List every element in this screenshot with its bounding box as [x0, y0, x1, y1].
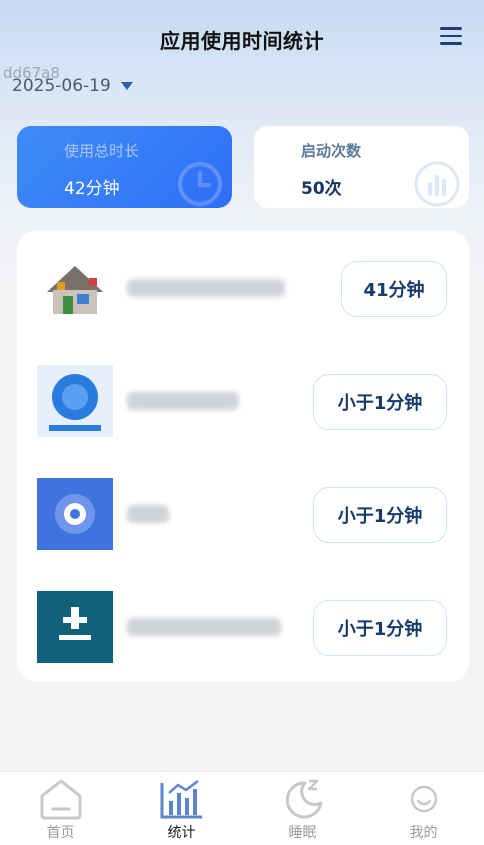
dropdown-caret-icon: [120, 82, 133, 90]
list-item[interactable]: 小于1分钟: [17, 469, 469, 559]
launch-count-label: 启动次数: [301, 142, 362, 160]
tab-stats-label: 统计: [167, 825, 196, 841]
launcher-house-icon: [47, 266, 103, 314]
tab-sleep[interactable]: 睡眠: [242, 772, 363, 845]
page-title: 应用使用时间统计: [160, 29, 324, 53]
app-name-blurred: [127, 618, 281, 636]
stats-chart-icon: [160, 780, 202, 819]
smiley-profile-icon: [410, 785, 437, 813]
blue-clock-app-icon: [37, 365, 113, 437]
list-item[interactable]: 小于1分钟: [17, 356, 469, 446]
list-item[interactable]: 41分钟: [17, 243, 469, 333]
total-usage-value: 42分钟: [64, 179, 120, 199]
installer-download-app-icon: [37, 591, 113, 663]
app-header: 应用使用时间统计: [0, 0, 484, 78]
bottom-tab-bar: 首页 统计 睡眠 我的: [0, 771, 484, 845]
app-name-blurred: [127, 392, 239, 410]
tab-profile-label: 我的: [409, 825, 438, 841]
tab-home[interactable]: 首页: [0, 772, 121, 845]
usage-duration-button[interactable]: 小于1分钟: [313, 600, 447, 656]
total-usage-label: 使用总时长: [64, 142, 140, 160]
app-name-blurred: [127, 505, 169, 523]
list-item[interactable]: 小于1分钟: [17, 582, 469, 672]
bar-chart-icon: [414, 161, 460, 207]
tab-sleep-label: 睡眠: [288, 825, 317, 841]
moon-sleep-icon: [285, 779, 322, 819]
home-icon: [40, 779, 81, 820]
usage-duration-button[interactable]: 41分钟: [341, 261, 447, 317]
usage-duration-button[interactable]: 小于1分钟: [313, 374, 447, 430]
app-usage-list: 41分钟 小于1分钟 小于1分钟 小于1分钟: [17, 230, 469, 682]
launch-count-value: 50次: [301, 179, 342, 199]
settings-gear-app-icon: [37, 478, 113, 550]
tab-home-label: 首页: [46, 825, 75, 841]
date-selector[interactable]: 2025-06-19: [12, 76, 133, 96]
total-usage-card: 使用总时长 42分钟: [17, 126, 232, 208]
tab-profile[interactable]: 我的: [363, 772, 484, 845]
menu-icon[interactable]: [440, 27, 462, 47]
clock-icon: [178, 162, 222, 206]
date-label: 2025-06-19: [12, 76, 111, 96]
usage-duration-button[interactable]: 小于1分钟: [313, 487, 447, 543]
app-name-blurred: [127, 279, 285, 297]
tab-stats[interactable]: 统计: [121, 772, 242, 845]
launch-count-card: 启动次数 50次: [254, 126, 469, 208]
